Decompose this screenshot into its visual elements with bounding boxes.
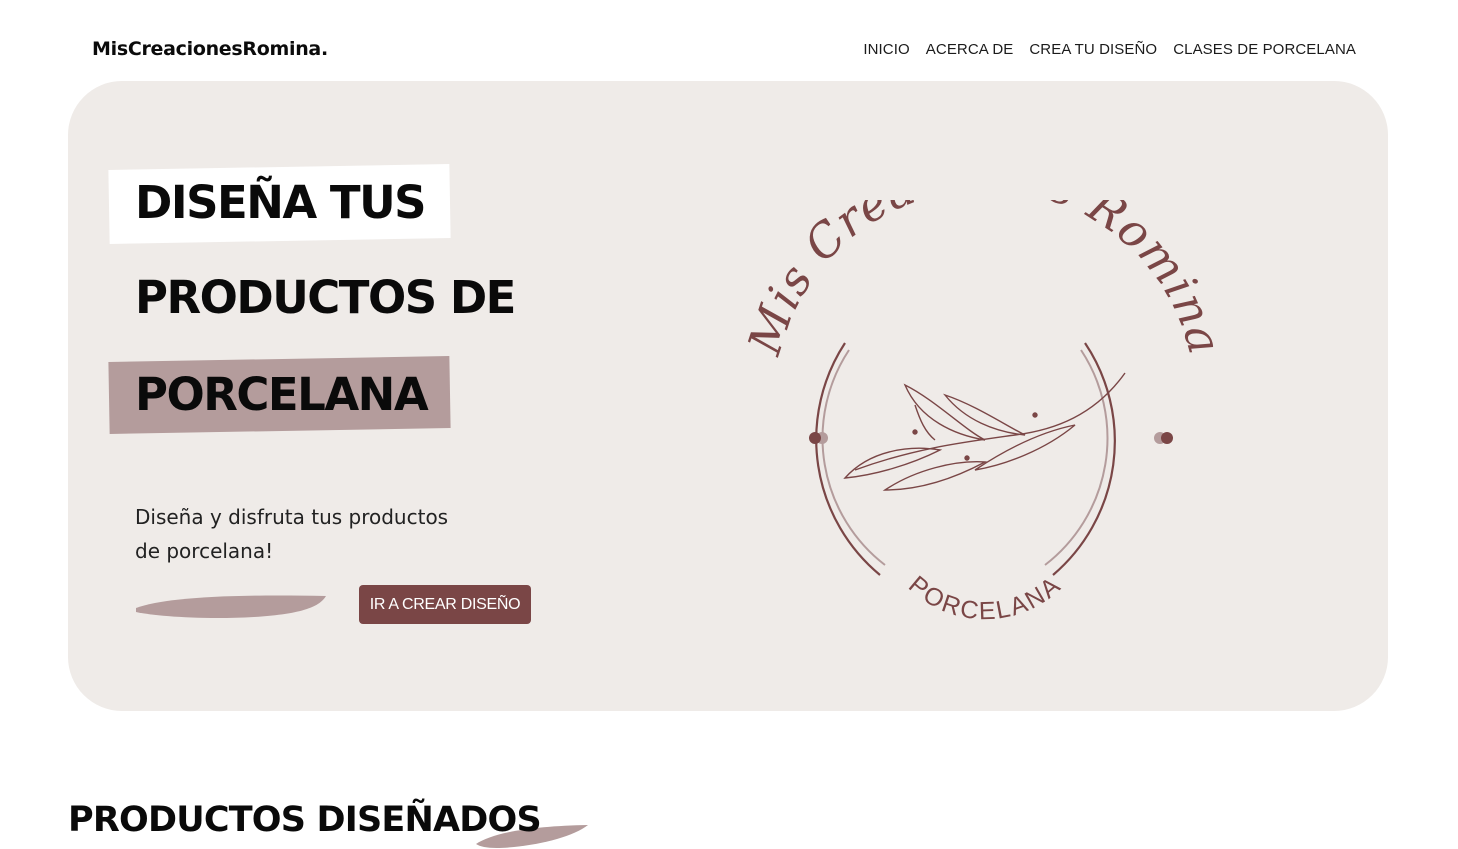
brush-stroke-decoration [136,595,326,619]
hero-headline-line-1: DISEÑA TUS [135,176,427,229]
site-header: MisCreacionesRomina. INICIO ACERCA DE CR… [0,0,1458,80]
create-design-button[interactable]: IR A CREAR DISEÑO [359,585,531,624]
nav-item-acerca-de[interactable]: ACERCA DE [926,41,1014,58]
main-nav: INICIO ACERCA DE CREA TU DISEÑO CLASES D… [863,41,1356,58]
hero-headline-line-3: PORCELANA [135,368,429,421]
hero-subtitle-line-2: de porcelana! [135,539,274,563]
emblem-bottom-text: PORCELANA [903,571,1067,626]
nav-item-crea-tu-diseno[interactable]: CREA TU DISEÑO [1029,41,1157,58]
olive-branch-icon [843,372,1126,491]
brand-logo[interactable]: MisCreacionesRomina. [92,38,328,60]
brand-emblem: Mis Creaciones Romina PORCELANA [737,200,1215,626]
emblem-arc-text: Mis Creaciones Romina [737,200,1215,362]
products-section-title: PRODUCTOS DISEÑADOS [68,800,542,840]
hero-subtitle-line-1: Diseña y disfruta tus productos [135,505,449,529]
hero-subtitle: Diseña y disfruta tus productos de porce… [135,500,505,568]
nav-item-clases-de-porcelana[interactable]: CLASES DE PORCELANA [1173,41,1356,58]
hero-headline-line-2: PRODUCTOS DE [135,271,516,324]
nav-item-inicio[interactable]: INICIO [863,41,909,58]
